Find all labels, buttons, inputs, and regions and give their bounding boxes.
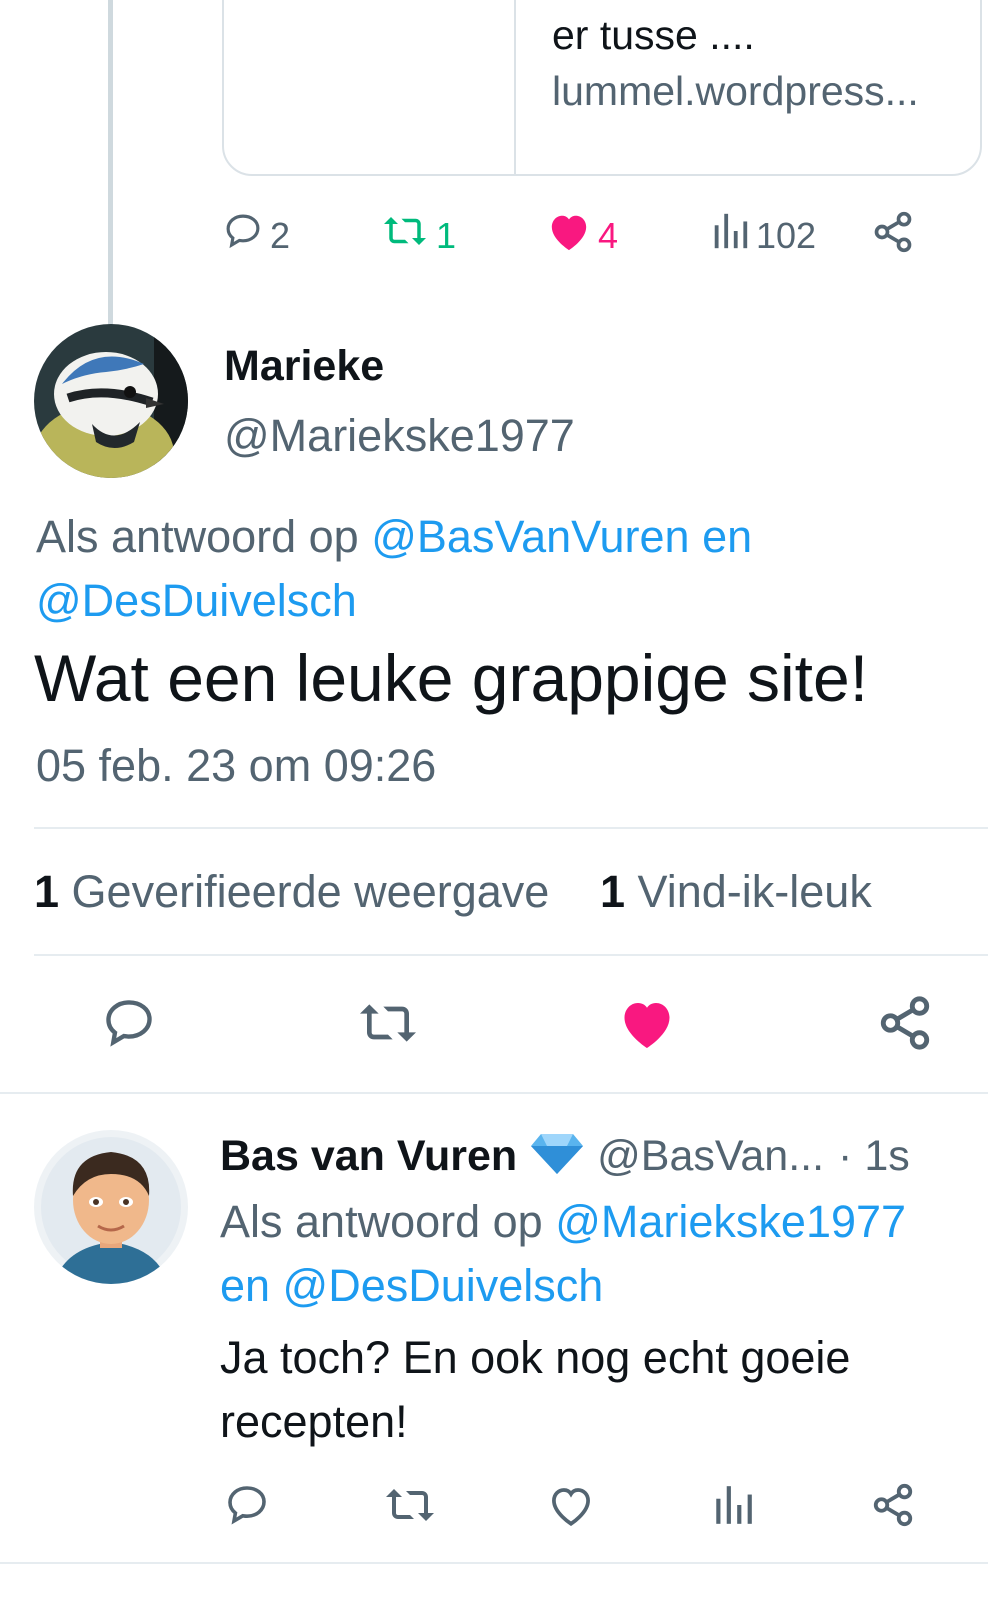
link-card-text: er tusse ....	[552, 12, 755, 58]
like-count: 4	[598, 214, 619, 256]
mention-link[interactable]: @Mariekske1977	[555, 1196, 906, 1247]
reply-count: 2	[270, 214, 291, 256]
author-handle[interactable]: @Mariekske1977	[224, 410, 575, 462]
avatar-bas[interactable]	[34, 1130, 188, 1284]
reply-icon	[106, 1000, 152, 1047]
divider	[0, 1092, 988, 1094]
verified-diamond-icon	[531, 1132, 584, 1181]
author-handle[interactable]: @BasVan...	[597, 1132, 824, 1181]
heart-outline-icon	[552, 1488, 590, 1526]
likes-stat-count: 1	[600, 866, 626, 917]
retweet-button[interactable]	[380, 1478, 440, 1532]
share-button[interactable]	[868, 208, 918, 256]
views-stat-count: 1	[34, 866, 60, 917]
share-icon	[874, 211, 912, 253]
author-name[interactable]: Bas van Vuren	[220, 1132, 517, 1181]
views-stat-label: Geverifieerde weergave	[71, 866, 550, 917]
views-action[interactable]: 102	[710, 210, 816, 261]
like-button[interactable]	[544, 1478, 598, 1532]
link-card-domain: lummel.wordpress...	[552, 68, 919, 114]
retweet-icon	[380, 210, 430, 261]
thread-line	[108, 0, 113, 325]
retweet-count: 1	[436, 214, 457, 256]
share-button[interactable]	[866, 1478, 920, 1532]
reply-context: Als antwoord op @BasVanVuren en @DesDuiv…	[36, 505, 976, 633]
author-name[interactable]: Marieke	[224, 342, 384, 391]
mention-link[interactable]: en @DesDuivelsch	[220, 1260, 603, 1311]
link-card-divider	[514, 0, 516, 174]
tweet-timestamp[interactable]: 05 feb. 23 om 09:26	[36, 740, 436, 792]
views-icon	[716, 1486, 752, 1524]
heart-filled-icon	[546, 210, 592, 261]
views-button[interactable]	[706, 1478, 760, 1532]
share-icon	[880, 996, 930, 1050]
mention-link[interactable]: @DesDuivelsch	[36, 575, 357, 626]
likes-stat-label: Vind-ik-leuk	[637, 866, 872, 917]
tweet-text: Wat een leuke grappige site!	[34, 641, 869, 715]
views-count: 102	[756, 214, 817, 256]
divider	[0, 1562, 988, 1564]
divider	[34, 827, 988, 829]
divider	[34, 954, 988, 956]
likes-stat[interactable]: 1 Vind-ik-leuk	[600, 866, 872, 918]
mention-link[interactable]: @BasVanVuren en	[371, 511, 752, 562]
retweet-action[interactable]: 1	[380, 210, 456, 261]
retweet-icon	[360, 1004, 416, 1042]
like-button[interactable]	[614, 990, 680, 1056]
retweet-icon	[386, 1489, 434, 1521]
reply-header: Bas van Vuren @BasVan... · 1s	[220, 1132, 980, 1181]
reply-button[interactable]	[220, 1478, 274, 1532]
share-button[interactable]	[872, 990, 938, 1056]
reply-prefix: Als antwoord op	[220, 1196, 543, 1247]
reply-button[interactable]	[96, 990, 162, 1056]
heart-filled-icon	[624, 1003, 670, 1048]
reply-icon	[222, 210, 264, 261]
retweet-button[interactable]	[352, 990, 424, 1056]
reply-icon	[228, 1486, 266, 1525]
tweet-text: Ja toch? En ook nog echt goeie recepten!	[220, 1326, 980, 1454]
tweet-text-line: Ja toch? En ook nog echt goeie	[220, 1332, 851, 1383]
views-stat[interactable]: 1 Geverifieerde weergave	[34, 866, 549, 918]
tweet-text-line: recepten!	[220, 1396, 408, 1447]
avatar-marieke[interactable]	[34, 324, 188, 478]
share-icon	[873, 1483, 913, 1527]
like-action[interactable]: 4	[546, 210, 618, 261]
reply-prefix: Als antwoord op	[36, 511, 359, 562]
views-icon	[710, 210, 750, 261]
reply-context: Als antwoord op @Mariekske1977 en @DesDu…	[220, 1190, 980, 1318]
tweet-time[interactable]: · 1s	[838, 1132, 910, 1181]
reply-action[interactable]: 2	[222, 210, 290, 261]
